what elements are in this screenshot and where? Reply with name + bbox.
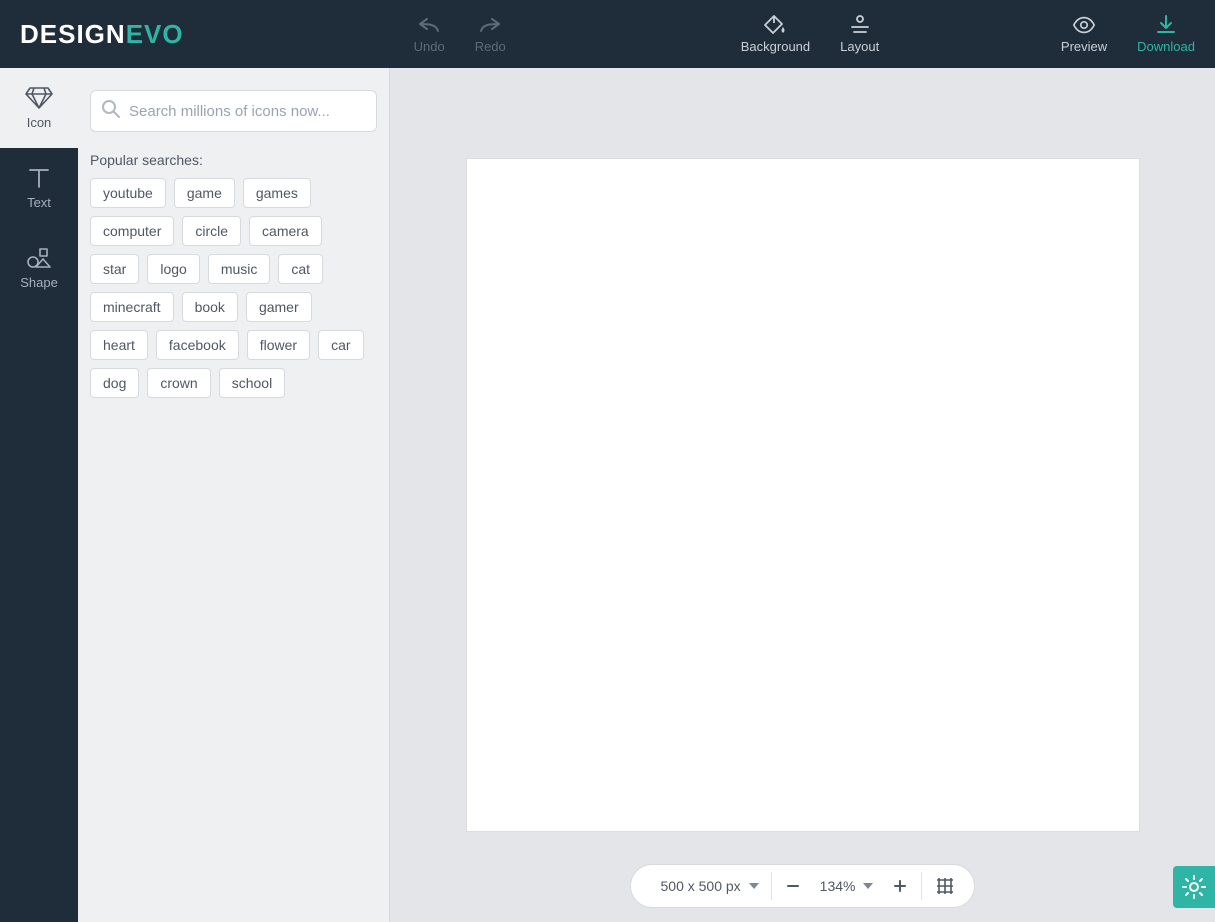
caret-down-icon: [749, 883, 759, 889]
zoom-level-label: 134%: [820, 878, 856, 894]
tag-item[interactable]: book: [182, 292, 238, 322]
caret-down-icon: [863, 883, 873, 889]
tag-item[interactable]: school: [219, 368, 285, 398]
tag-item[interactable]: cat: [278, 254, 323, 284]
app-body: Icon Text Shape Popular searches: youtub…: [0, 68, 1215, 922]
search-box[interactable]: [90, 90, 377, 132]
plus-icon: [893, 879, 907, 893]
download-label: Download: [1137, 39, 1195, 54]
tag-item[interactable]: circle: [182, 216, 241, 246]
tag-item[interactable]: gamer: [246, 292, 312, 322]
tag-item[interactable]: crown: [147, 368, 210, 398]
eye-icon: [1072, 15, 1096, 35]
redo-label: Redo: [475, 39, 506, 54]
preview-button[interactable]: Preview: [1061, 15, 1107, 54]
brand-part1: DESIGN: [20, 19, 126, 49]
canvas-size-button[interactable]: 500 x 500 px: [649, 865, 771, 907]
side-panel: Popular searches: youtube game games com…: [78, 68, 390, 922]
tag-item[interactable]: logo: [147, 254, 199, 284]
header-group-actions: Preview Download: [1061, 15, 1195, 54]
tag-item[interactable]: camera: [249, 216, 322, 246]
bottom-toolbar: 500 x 500 px 134%: [630, 864, 976, 908]
canvas-size-label: 500 x 500 px: [661, 878, 741, 894]
nav-text[interactable]: Text: [0, 148, 78, 228]
zoom-level-button[interactable]: 134%: [814, 865, 880, 907]
shapes-icon: [26, 247, 52, 269]
preview-label: Preview: [1061, 39, 1107, 54]
tag-item[interactable]: youtube: [90, 178, 166, 208]
tag-item[interactable]: heart: [90, 330, 148, 360]
download-button[interactable]: Download: [1137, 15, 1195, 54]
search-input[interactable]: [129, 103, 366, 120]
grid-toggle-button[interactable]: [922, 877, 968, 895]
text-icon: [27, 167, 51, 189]
diamond-icon: [25, 87, 53, 109]
popular-searches-label: Popular searches:: [90, 152, 377, 168]
nav-icon[interactable]: Icon: [0, 68, 78, 148]
app-header: DESIGNEVO Undo Redo Background Layo: [0, 0, 1215, 68]
gear-icon: [1181, 874, 1207, 900]
tag-item[interactable]: car: [318, 330, 363, 360]
header-group-undo-redo: Undo Redo: [414, 15, 506, 54]
nav-text-label: Text: [27, 195, 51, 210]
layout-label: Layout: [840, 39, 879, 54]
minus-icon: [786, 879, 800, 893]
canvas[interactable]: [467, 159, 1139, 831]
brand-logo[interactable]: DESIGNEVO: [20, 19, 184, 50]
tag-item[interactable]: star: [90, 254, 139, 284]
search-icon: [101, 99, 129, 124]
tag-item[interactable]: minecraft: [90, 292, 174, 322]
redo-button[interactable]: Redo: [475, 15, 506, 54]
undo-icon: [417, 15, 441, 35]
tag-item[interactable]: computer: [90, 216, 174, 246]
zoom-in-button[interactable]: [879, 879, 921, 893]
zoom-out-button[interactable]: [772, 879, 814, 893]
grid-icon: [936, 877, 954, 895]
settings-button[interactable]: [1173, 866, 1215, 908]
sidebar-nav: Icon Text Shape: [0, 68, 78, 922]
layout-button[interactable]: Layout: [840, 15, 879, 54]
tag-item[interactable]: flower: [247, 330, 310, 360]
popular-tags: youtube game games computer circle camer…: [90, 178, 377, 398]
download-icon: [1154, 15, 1178, 35]
nav-shape[interactable]: Shape: [0, 228, 78, 308]
nav-icon-label: Icon: [27, 115, 52, 130]
nav-shape-label: Shape: [20, 275, 58, 290]
tag-item[interactable]: game: [174, 178, 235, 208]
tag-item[interactable]: music: [208, 254, 271, 284]
tag-item[interactable]: dog: [90, 368, 139, 398]
undo-button[interactable]: Undo: [414, 15, 445, 54]
paint-bucket-icon: [763, 15, 787, 35]
workspace: 500 x 500 px 134%: [390, 68, 1215, 922]
undo-label: Undo: [414, 39, 445, 54]
layout-icon: [848, 15, 872, 35]
header-group-canvas: Background Layout: [741, 15, 879, 54]
background-label: Background: [741, 39, 810, 54]
redo-icon: [478, 15, 502, 35]
background-button[interactable]: Background: [741, 15, 810, 54]
brand-part2: EVO: [126, 19, 184, 49]
tag-item[interactable]: games: [243, 178, 311, 208]
tag-item[interactable]: facebook: [156, 330, 239, 360]
